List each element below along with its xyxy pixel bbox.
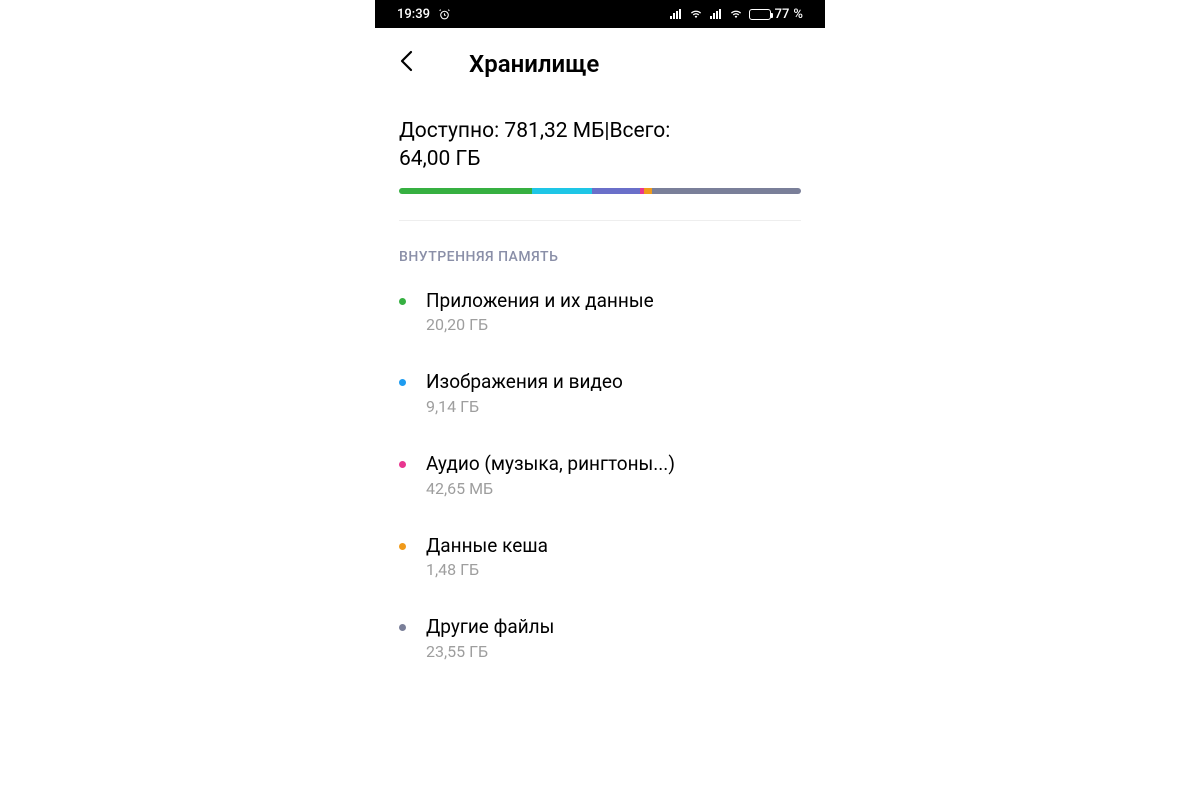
category-text: Данные кеша1,48 ГБ	[426, 534, 548, 580]
bar-segment	[644, 188, 652, 194]
category-dot	[399, 298, 406, 305]
wifi-icon-2	[729, 9, 743, 20]
category-dot	[399, 543, 406, 550]
category-title: Другие файлы	[426, 615, 554, 640]
battery-indicator: 77 %	[749, 7, 803, 22]
summary-text: Доступно: 781,32 МБ|Всего: 64,00 ГБ	[399, 117, 801, 174]
back-button[interactable]	[399, 46, 421, 81]
category-text: Изображения и видео 9,14 ГБ	[426, 370, 623, 416]
category-size: 42,65 МБ	[426, 479, 675, 498]
category-size: 20,20 ГБ	[426, 315, 654, 334]
category-item[interactable]: Изображения и видео 9,14 ГБ	[399, 352, 801, 434]
category-item[interactable]: Данные кеша1,48 ГБ	[399, 516, 801, 598]
category-dot	[399, 624, 406, 631]
category-title: Приложения и их данные	[426, 289, 654, 314]
category-size: 9,14 ГБ	[426, 397, 623, 416]
category-list: Приложения и их данные20,20 ГБ Изображени…	[375, 271, 825, 679]
wifi-icon	[689, 9, 703, 20]
bar-segment	[592, 188, 640, 194]
header: Хранилище	[375, 28, 825, 91]
bar-segment	[532, 188, 592, 194]
bar-segment	[652, 188, 801, 194]
signal-icon-2	[709, 9, 723, 20]
category-size: 1,48 ГБ	[426, 560, 548, 579]
page-title: Хранилище	[469, 50, 599, 78]
summary-line2: 64,00 ГБ	[399, 147, 480, 171]
bar-segment	[399, 188, 532, 194]
storage-bar	[399, 188, 801, 194]
battery-percent: 77	[775, 7, 790, 22]
signal-icon	[669, 9, 683, 20]
category-dot	[399, 379, 406, 386]
category-title: Данные кеша	[426, 534, 548, 559]
category-text: Другие файлы 23,55 ГБ	[426, 615, 554, 661]
status-bar: 19:39	[375, 0, 825, 28]
summary-line1: Доступно: 781,32 МБ|Всего:	[399, 119, 670, 143]
category-size: 23,55 ГБ	[426, 642, 554, 661]
status-time: 19:39	[397, 7, 430, 22]
category-item[interactable]: Приложения и их данные20,20 ГБ	[399, 271, 801, 353]
category-title: Аудио (музыка, рингтоны...)	[426, 452, 675, 477]
battery-icon	[749, 9, 771, 20]
category-item[interactable]: Аудио (музыка, рингтоны...) 42,65 МБ	[399, 434, 801, 516]
status-left: 19:39	[397, 7, 451, 22]
phone-frame: 19:39	[375, 0, 825, 800]
category-title: Изображения и видео	[426, 370, 623, 395]
status-right: 77 %	[669, 7, 803, 22]
chevron-left-icon	[399, 50, 413, 72]
alarm-icon	[438, 8, 451, 21]
category-dot	[399, 461, 406, 468]
storage-summary: Доступно: 781,32 МБ|Всего: 64,00 ГБ	[375, 91, 825, 194]
battery-suffix: %	[793, 7, 803, 22]
section-label: ВНУТРЕННЯЯ ПАМЯТЬ	[375, 221, 825, 271]
category-text: Приложения и их данные20,20 ГБ	[426, 289, 654, 335]
category-item[interactable]: Другие файлы 23,55 ГБ	[399, 597, 801, 679]
category-text: Аудио (музыка, рингтоны...) 42,65 МБ	[426, 452, 675, 498]
